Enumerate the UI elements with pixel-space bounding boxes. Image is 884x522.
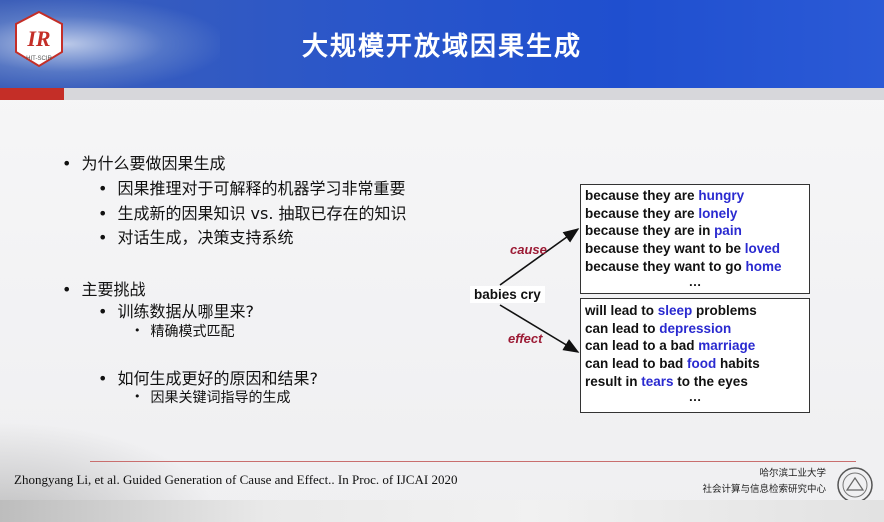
effect-keyword: food [687,356,717,372]
cause-arrow [499,228,580,286]
effect-keyword: sleep [657,303,693,318]
effect-box: will lead to sleep problems can lead to … [580,298,810,413]
cause-keyword: hungry [698,188,745,203]
cause-line: because they are lonely [585,205,738,221]
cause-keyword: lonely [698,205,738,221]
effect-keyword: tears [641,373,674,389]
org-line: 社会计算与信息检索研究中心 [702,484,826,495]
effect-ellipsis: … [688,388,702,404]
org-line: 哈尔滨工业大学 [759,468,826,479]
cause-line: because they want to go home [585,258,782,274]
effect-label: effect [508,331,543,346]
effect-keyword: depression [659,320,732,336]
citation: Zhongyang Li, et al. Guided Generation o… [14,472,458,487]
cause-line: because they are in pain [585,223,742,239]
org-name: 哈尔滨工业大学 社会计算与信息检索研究中心 [702,466,826,498]
cause-keyword: loved [744,241,781,257]
cause-line: because they want to be loved [585,241,781,257]
effect-line: can lead to depression [585,320,732,336]
cause-keyword: pain [714,223,742,239]
effect-keyword: marriage [698,338,756,354]
effect-line: will lead to sleep problems [585,303,757,318]
cause-line: because they are hungry [585,188,745,203]
cause-keyword: home [745,258,782,274]
footer-divider [90,461,856,462]
effect-line: can lead to bad food habits [585,356,760,372]
effect-line: result in tears to the eyes [585,373,748,389]
cause-box: because they are hungry because they are… [580,184,810,294]
slide: IR HIT-SCIR 大规模开放域因果生成 • 为什么要做因果生成 • 因果推理对… [0,0,884,522]
bottom-decoration [0,500,884,522]
cause-ellipsis: … [688,273,702,289]
cause-label: cause [510,242,547,257]
source-event: babies cry [470,286,545,303]
university-seal-icon [837,467,873,503]
effect-line: can lead to a bad marriage [585,338,756,354]
